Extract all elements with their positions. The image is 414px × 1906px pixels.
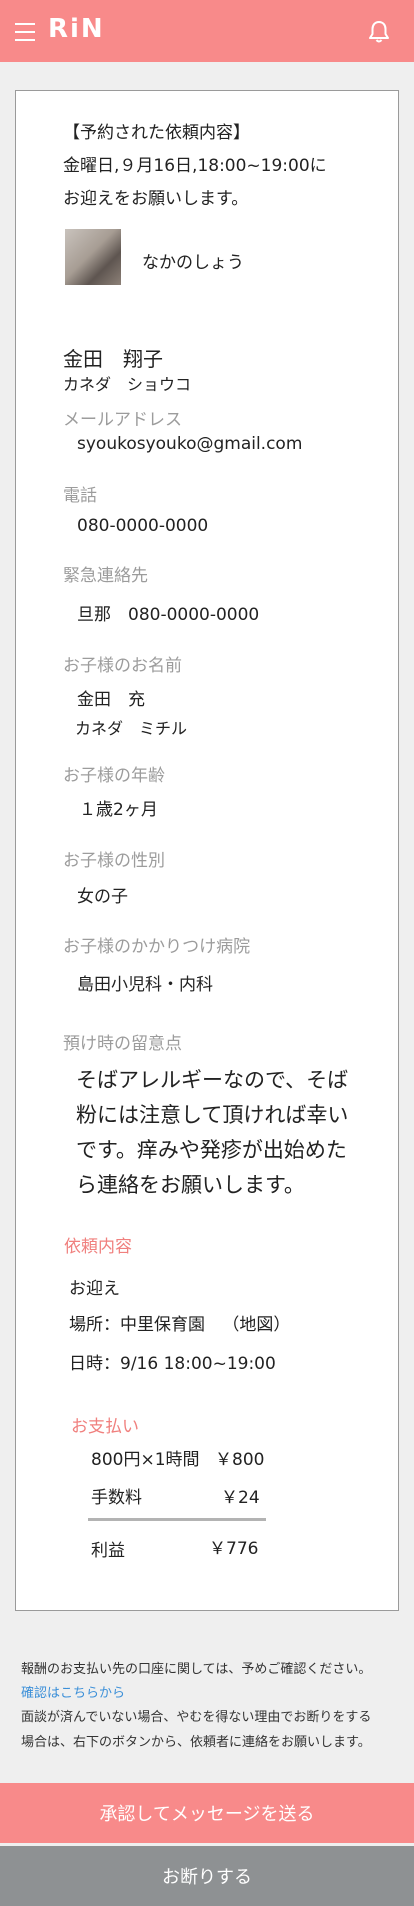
fee-value: ￥24 [221, 1488, 260, 1508]
rate-value: ￥800 [215, 1450, 265, 1470]
pickup-location-text: 場所：中里保育園 [69, 1315, 205, 1335]
bell-icon[interactable] [368, 20, 390, 44]
sitter-avatar[interactable] [65, 229, 121, 285]
decline-button[interactable]: お断りする [0, 1846, 414, 1906]
request-heading: 【予約された依頼内容】 [63, 123, 250, 143]
request-details-label: 依頼内容 [64, 1237, 132, 1257]
parent-name: 金田 翔子 [63, 347, 163, 371]
child-gender-label: お子様の性別 [63, 851, 165, 871]
child-age-label: お子様の年齢 [63, 766, 165, 786]
child-name: 金田 充 [77, 690, 145, 710]
email-label: メールアドレス [63, 410, 182, 430]
approve-send-message-button[interactable]: 承認してメッセージを送る [0, 1783, 414, 1843]
decline-note-line2: 場合は、右下のボタンから、依頼者に連絡をお願いします。 [21, 1735, 371, 1750]
request-datetime-text: 金曜日,９月16日,18:00~19:00に [63, 156, 327, 176]
child-gender: 女の子 [77, 887, 128, 907]
parent-name-kana: カネダ ショウコ [63, 375, 192, 394]
child-name-label: お子様のお名前 [63, 656, 182, 676]
hospital-value: 島田小児科・内科 [77, 975, 213, 995]
payment-divider [88, 1518, 266, 1521]
payment-label: お支払い [71, 1417, 139, 1437]
emergency-contact-value: 旦那 080-0000-0000 [77, 605, 260, 625]
pickup-location: 場所：中里保育園 （地図） [69, 1310, 290, 1335]
request-type: お迎え [69, 1279, 120, 1299]
fee-label: 手数料 [91, 1488, 142, 1508]
emergency-contact-label: 緊急連絡先 [63, 566, 148, 586]
profit-value: ￥776 [209, 1539, 259, 1559]
sitter-name[interactable]: なかのしょう [142, 248, 244, 273]
map-link[interactable]: （地図） [222, 1315, 290, 1335]
account-confirm-link[interactable]: 確認はこちらから [21, 1682, 125, 1701]
rate-label: 800円×1時間 [91, 1450, 200, 1470]
care-notes-text: そばアレルギーなので、そば粉には注意して頂ければ幸いです。痒みや発疹が出始めたら… [76, 1068, 349, 1197]
app-logo[interactable]: RiN [48, 14, 105, 44]
care-notes-label: 預け時の留意点 [63, 1034, 182, 1054]
request-pickup-text: お迎えをお願いします。 [63, 189, 249, 209]
account-confirm-note: 報酬のお支払い先の口座に関しては、予めご確認ください。 [21, 1662, 372, 1677]
profit-label: 利益 [91, 1541, 125, 1561]
hospital-label: お子様のかかりつけ病院 [63, 937, 251, 957]
child-name-kana: カネダ ミチル [75, 719, 188, 738]
phone-value: 080-0000-0000 [77, 516, 209, 536]
request-datetime: 日時：9/16 18:00~19:00 [69, 1354, 276, 1374]
email-value: syoukosyouko@gmail.com [77, 434, 303, 454]
decline-note-line1: 面談が済んでいない場合、やむを得ない理由でお断りをする [21, 1710, 372, 1725]
hamburger-menu-icon[interactable] [15, 23, 35, 41]
app-header: RiN [0, 0, 414, 62]
phone-label: 電話 [63, 486, 97, 506]
child-age: １歳2ヶ月 [79, 800, 158, 820]
